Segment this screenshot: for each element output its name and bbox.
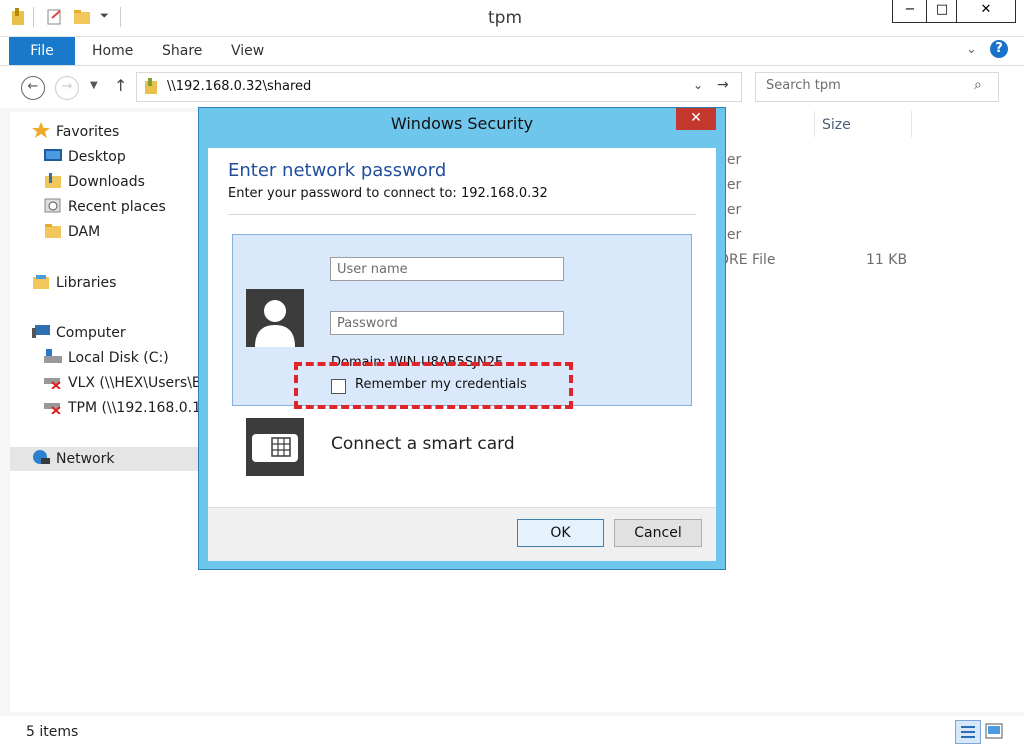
status-bar: 5 items	[0, 716, 1024, 754]
disconnected-drive-icon	[44, 374, 62, 390]
up-button[interactable]: ↑	[114, 76, 127, 95]
windows-security-dialog: Windows Security ✕ Enter network passwor…	[198, 107, 726, 570]
file-row-type: ORE File	[718, 252, 776, 268]
user-avatar-icon	[246, 289, 304, 347]
help-icon[interactable]: ?	[990, 40, 1008, 58]
dialog-body: Enter network password Enter your passwo…	[208, 148, 716, 507]
search-icon[interactable]: ⌕	[974, 77, 982, 93]
nav-network[interactable]: Network	[32, 448, 220, 470]
search-input[interactable]: Search tpm	[766, 78, 841, 93]
network-folder-icon	[143, 78, 159, 96]
disconnected-drive-icon	[44, 399, 62, 415]
nav-computer[interactable]: Computer	[32, 322, 220, 344]
computer-icon	[32, 324, 50, 339]
network-icon	[32, 450, 50, 465]
username-input[interactable]: User name	[330, 257, 564, 281]
downloads-folder-icon	[44, 173, 62, 188]
libraries-icon	[32, 274, 50, 289]
dialog-close-button[interactable]: ✕	[676, 108, 716, 130]
desktop-icon	[44, 148, 62, 163]
minimize-button[interactable]: −	[892, 0, 928, 23]
item-count: 5 items	[26, 724, 79, 740]
file-row-size: 11 KB	[866, 252, 908, 268]
tab-share[interactable]: Share	[162, 43, 202, 59]
password-input[interactable]: Password	[330, 311, 564, 335]
dialog-footer: OK Cancel	[208, 507, 716, 561]
search-box[interactable]: Search tpm ⌕	[755, 72, 999, 102]
highlight-box	[294, 362, 573, 409]
dialog-subheading: Enter your password to connect to: 192.1…	[228, 186, 548, 201]
address-dropdown-icon[interactable]: ⌄	[693, 78, 703, 92]
tab-home[interactable]: Home	[92, 43, 133, 59]
details-view-icon[interactable]	[955, 720, 981, 744]
tab-view[interactable]: View	[231, 43, 264, 59]
back-button[interactable]: ←	[21, 76, 45, 100]
refresh-icon[interactable]: →	[717, 77, 729, 93]
nav-favorites[interactable]: Favorites	[32, 121, 220, 143]
smartcard-option[interactable]: Connect a smart card	[331, 434, 515, 454]
nav-tpm-drive[interactable]: TPM (\\192.168.0.18)	[44, 397, 198, 419]
smartcard-icon	[246, 418, 304, 476]
close-button[interactable]: ✕	[956, 0, 1016, 23]
dialog-heading: Enter network password	[228, 160, 447, 181]
address-bar[interactable]: \\192.168.0.32\shared ⌄ →	[136, 72, 742, 102]
expand-ribbon-icon[interactable]: ⌄	[966, 42, 977, 57]
dialog-title: Windows Security	[390, 114, 534, 133]
maximize-button[interactable]: □	[926, 0, 958, 23]
nav-libraries[interactable]: Libraries	[32, 272, 220, 294]
address-path: \\192.168.0.32\shared	[167, 79, 312, 94]
folder-icon	[44, 223, 62, 238]
tab-file[interactable]: File	[9, 37, 75, 65]
ribbon: File Home Share View ⌄ ?	[0, 37, 1024, 66]
cancel-button[interactable]: Cancel	[614, 519, 702, 547]
large-icons-view-icon[interactable]	[984, 721, 1004, 741]
nav-vlx-drive[interactable]: VLX (\\HEX\Users\Bl	[44, 372, 198, 394]
recent-locations-icon[interactable]: ▼	[90, 80, 98, 91]
window-title: tpm	[487, 8, 523, 28]
star-icon	[32, 122, 50, 138]
title-bar: ⏷ tpm − □ ✕	[0, 0, 1024, 37]
drive-icon	[44, 349, 62, 364]
ok-button[interactable]: OK	[517, 519, 604, 547]
recent-places-icon	[44, 198, 62, 213]
forward-button[interactable]: →	[55, 76, 79, 100]
